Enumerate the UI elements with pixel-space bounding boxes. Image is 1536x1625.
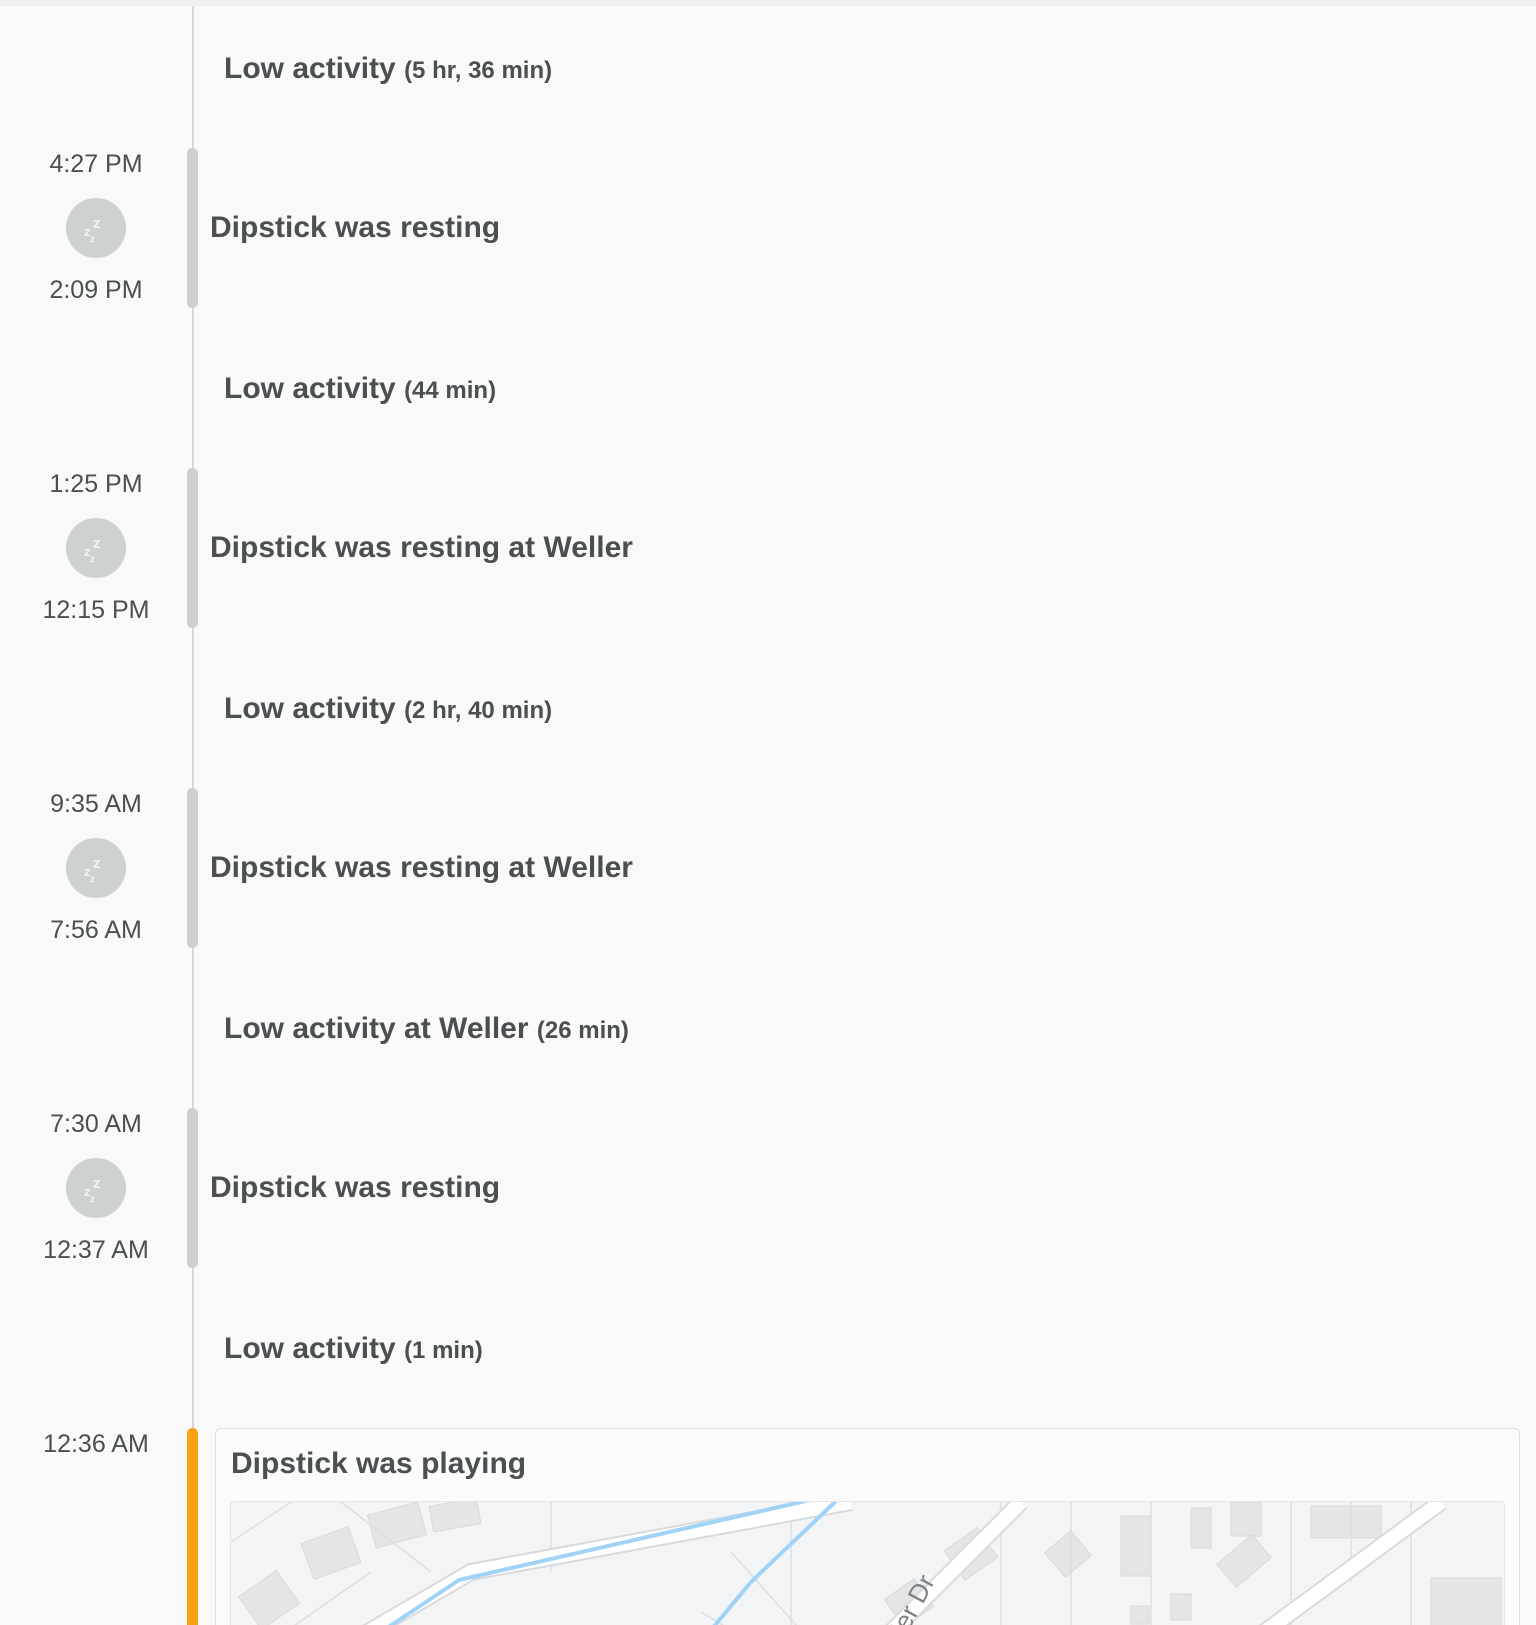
top-edge [0,0,1536,6]
svg-text:z: z [90,874,95,885]
event-duration-bar [187,468,198,628]
svg-text:z: z [90,234,95,245]
gap-label: Low activity [224,1332,396,1365]
event-duration-bar [187,1428,198,1625]
gap-duration: (26 min) [536,1017,629,1044]
gap-label: Low activity at Weller [224,1012,529,1045]
sleep-zzz-icon: zzz [66,198,126,258]
gap-duration: (1 min) [404,1337,483,1364]
activity-timeline-page: Low activity (5 hr, 36 min) 4:27 PM zzz … [0,0,1536,1625]
activity-map[interactable]: ller Dr [230,1501,1505,1625]
event-duration-bar [187,148,198,308]
event-title: Dipstick was resting [210,211,501,244]
sleep-zzz-icon: zzz [66,838,126,898]
event-title: Dipstick was resting [210,1171,501,1204]
event-title: Dipstick was playing [231,1447,527,1480]
gap-label: Low activity [224,692,396,725]
low-activity-gap: Low activity at Weller (26 min) [224,1012,629,1046]
map-graphic: ller Dr [231,1502,1504,1625]
gap-label: Low activity [224,52,396,85]
svg-text:z: z [90,1194,95,1205]
sleep-zzz-icon: zzz [66,518,126,578]
event-end-time: 1:25 PM [49,470,143,498]
event-start-time: 12:37 AM [43,1236,149,1264]
event-start-time: 2:09 PM [49,276,143,304]
event-end-time: 7:30 AM [50,1110,142,1138]
event-title: Dipstick was resting at Weller [210,851,633,884]
event-duration-bar [187,788,198,948]
low-activity-gap: Low activity (44 min) [224,372,496,406]
svg-text:z: z [93,535,101,552]
svg-text:z: z [93,1175,101,1192]
low-activity-gap: Low activity (2 hr, 40 min) [224,692,552,726]
event-end-time: 12:36 AM [43,1430,149,1458]
playing-event-card[interactable]: Dipstick was playing ller Dr [215,1428,1520,1625]
gap-duration: (44 min) [404,377,497,404]
event-start-time: 7:56 AM [50,916,142,944]
event-duration-bar [187,1108,198,1268]
gap-label: Low activity [224,372,396,405]
svg-text:z: z [93,855,101,872]
event-start-time: 12:15 PM [42,596,150,624]
svg-text:z: z [90,554,95,565]
svg-text:z: z [93,215,101,232]
low-activity-gap: Low activity (1 min) [224,1332,483,1366]
event-end-time: 9:35 AM [50,790,142,818]
sleep-zzz-icon: zzz [66,1158,126,1218]
event-title: Dipstick was resting at Weller [210,531,633,564]
gap-duration: (2 hr, 40 min) [404,697,553,724]
event-end-time: 4:27 PM [49,150,143,178]
low-activity-gap: Low activity (5 hr, 36 min) [224,52,552,86]
gap-duration: (5 hr, 36 min) [404,57,553,84]
